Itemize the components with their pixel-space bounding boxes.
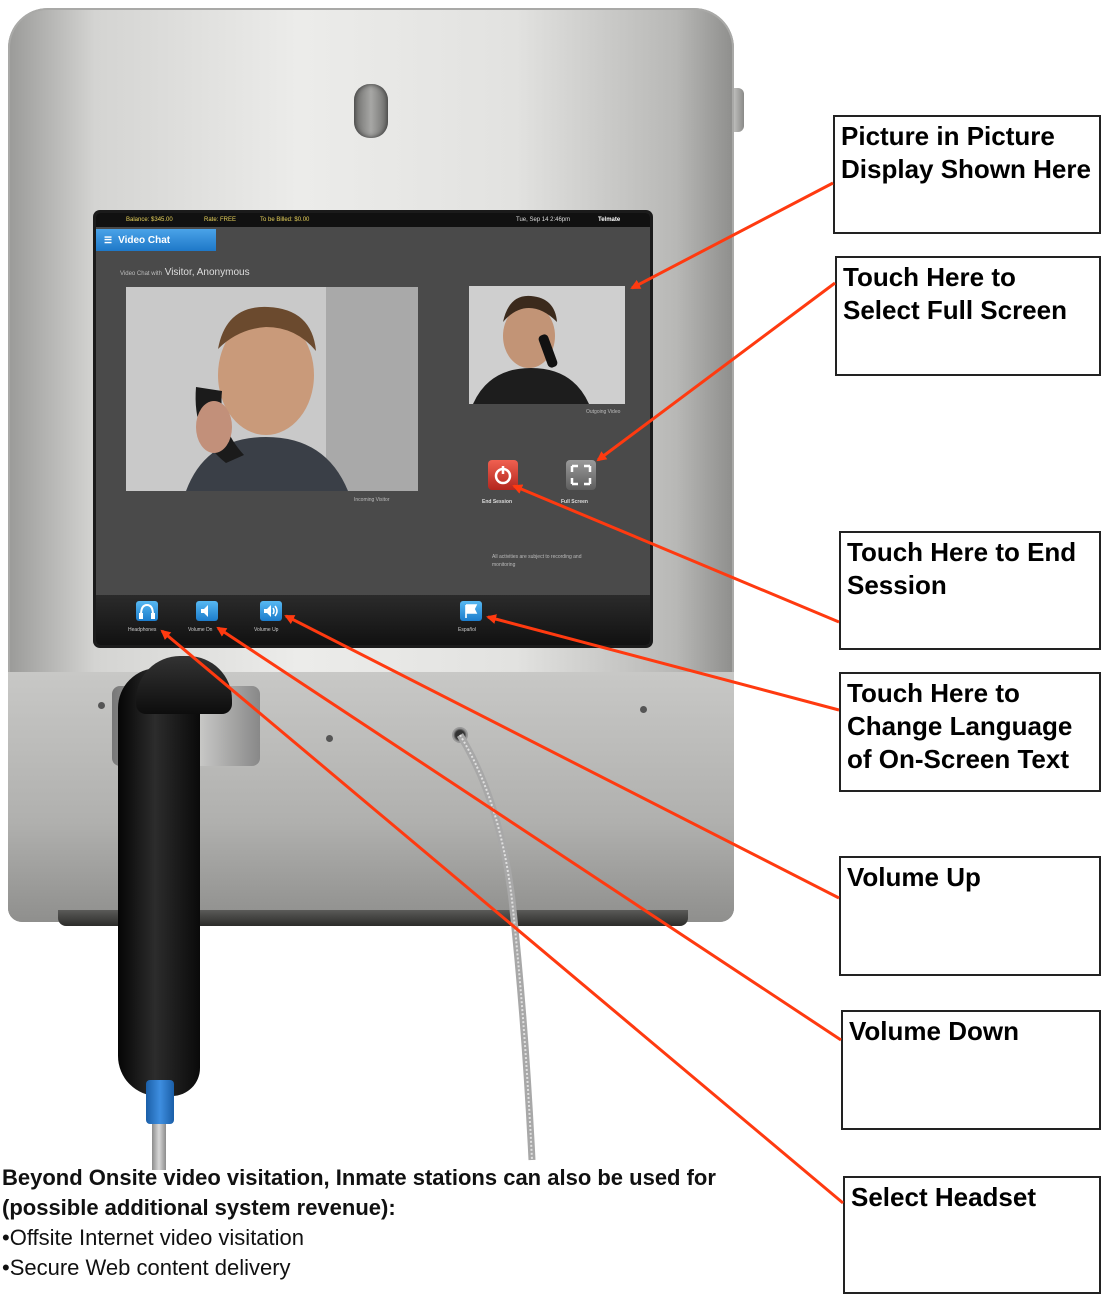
bullet-item: •Offsite Internet video visitation xyxy=(2,1225,305,1250)
arrow-volume-down xyxy=(216,626,842,1042)
arrow-language xyxy=(486,614,840,712)
arrow-headset xyxy=(160,629,844,1205)
callout-arrows xyxy=(160,181,844,1205)
bottom-lead: Beyond Onsite video visitation, Inmate s… xyxy=(2,1165,716,1220)
bottom-description: Beyond Onsite video visitation, Inmate s… xyxy=(2,1163,762,1283)
arrow-full-screen xyxy=(596,281,836,462)
arrow-end-session xyxy=(512,484,840,624)
bullet-item: •Secure Web content delivery xyxy=(2,1255,291,1280)
arrow-pip xyxy=(630,181,834,290)
